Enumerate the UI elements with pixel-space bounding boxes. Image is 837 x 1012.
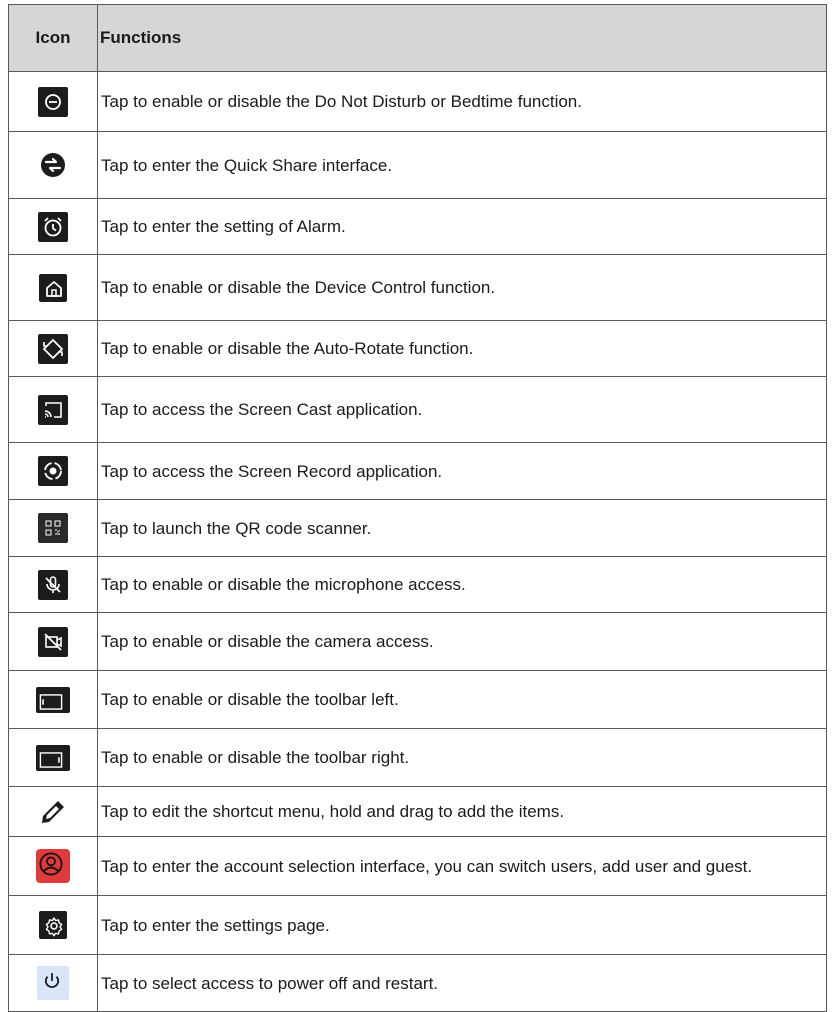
toolbar-right-icon xyxy=(36,744,70,771)
table-row: Tap to enable or disable the microphone … xyxy=(8,556,827,613)
microphone-off-icon xyxy=(38,569,68,600)
table-row: Tap to edit the shortcut menu, hold and … xyxy=(8,786,827,837)
row-function-text: Tap to enter the setting of Alarm. xyxy=(97,198,827,255)
row-function-text: Tap to enable or disable the toolbar lef… xyxy=(97,670,827,729)
settings-gear-icon xyxy=(39,911,67,939)
table-row: Tap to enter the settings page. xyxy=(8,895,827,955)
toolbar-left-icon xyxy=(36,686,70,713)
table-row: Tap to enable or disable the Device Cont… xyxy=(8,254,827,321)
auto-rotate-icon xyxy=(38,333,68,364)
quick-share-icon xyxy=(38,150,68,180)
table-row: Tap to launch the QR code scanner. xyxy=(8,499,827,557)
power-icon xyxy=(37,966,69,1000)
row-function-text: Tap to access the Screen Record applicat… xyxy=(97,442,827,500)
row-function-text: Tap to edit the shortcut menu, hold and … xyxy=(97,786,827,837)
row-function-text: Tap to enter the settings page. xyxy=(97,895,827,955)
row-function-text: Tap to enable or disable the Do Not Dist… xyxy=(97,71,827,132)
screen-record-icon xyxy=(38,456,68,486)
do-not-disturb-icon xyxy=(38,86,68,117)
functions-column-header: Functions xyxy=(97,4,827,72)
table-header-row: Icon Functions xyxy=(8,4,827,72)
table-row: Tap to access the Screen Record applicat… xyxy=(8,442,827,500)
table-row: Tap to enter the Quick Share interface. xyxy=(8,131,827,199)
row-function-text: Tap to enter the Quick Share interface. xyxy=(97,131,827,199)
row-function-text: Tap to launch the QR code scanner. xyxy=(97,499,827,557)
account-user-icon xyxy=(36,849,70,883)
row-function-text: Tap to enable or disable the Auto-Rotate… xyxy=(97,320,827,377)
table-row: Tap to access the Screen Cast applicatio… xyxy=(8,376,827,443)
row-function-text: Tap to enable or disable the microphone … xyxy=(97,556,827,613)
qr-code-scanner-icon xyxy=(38,513,68,543)
table-row: Tap to enable or disable the Do Not Dist… xyxy=(8,71,827,132)
icon-column-header: Icon xyxy=(8,4,98,72)
functions-table: Icon Functions Tap to enable or disable … xyxy=(8,4,827,1012)
row-function-text: Tap to enter the account selection inter… xyxy=(97,836,827,896)
table-row: Tap to select access to power off and re… xyxy=(8,954,827,1012)
edit-pencil-icon xyxy=(38,797,68,827)
table-row: Tap to enter the setting of Alarm. xyxy=(8,198,827,255)
row-function-text: Tap to enable or disable the Device Cont… xyxy=(97,254,827,321)
row-function-text: Tap to select access to power off and re… xyxy=(97,954,827,1012)
table-row: Tap to enable or disable the toolbar lef… xyxy=(8,670,827,729)
table-row: Tap to enter the account selection inter… xyxy=(8,836,827,896)
table-row: Tap to enable or disable the Auto-Rotate… xyxy=(8,320,827,377)
camera-off-icon xyxy=(38,626,68,657)
table-row: Tap to enable or disable the camera acce… xyxy=(8,612,827,671)
device-control-home-icon xyxy=(39,273,67,302)
row-function-text: Tap to access the Screen Cast applicatio… xyxy=(97,376,827,443)
table-row: Tap to enable or disable the toolbar rig… xyxy=(8,728,827,787)
row-function-text: Tap to enable or disable the toolbar rig… xyxy=(97,728,827,787)
alarm-icon xyxy=(38,211,68,242)
screen-cast-icon xyxy=(38,394,68,425)
row-function-text: Tap to enable or disable the camera acce… xyxy=(97,612,827,671)
